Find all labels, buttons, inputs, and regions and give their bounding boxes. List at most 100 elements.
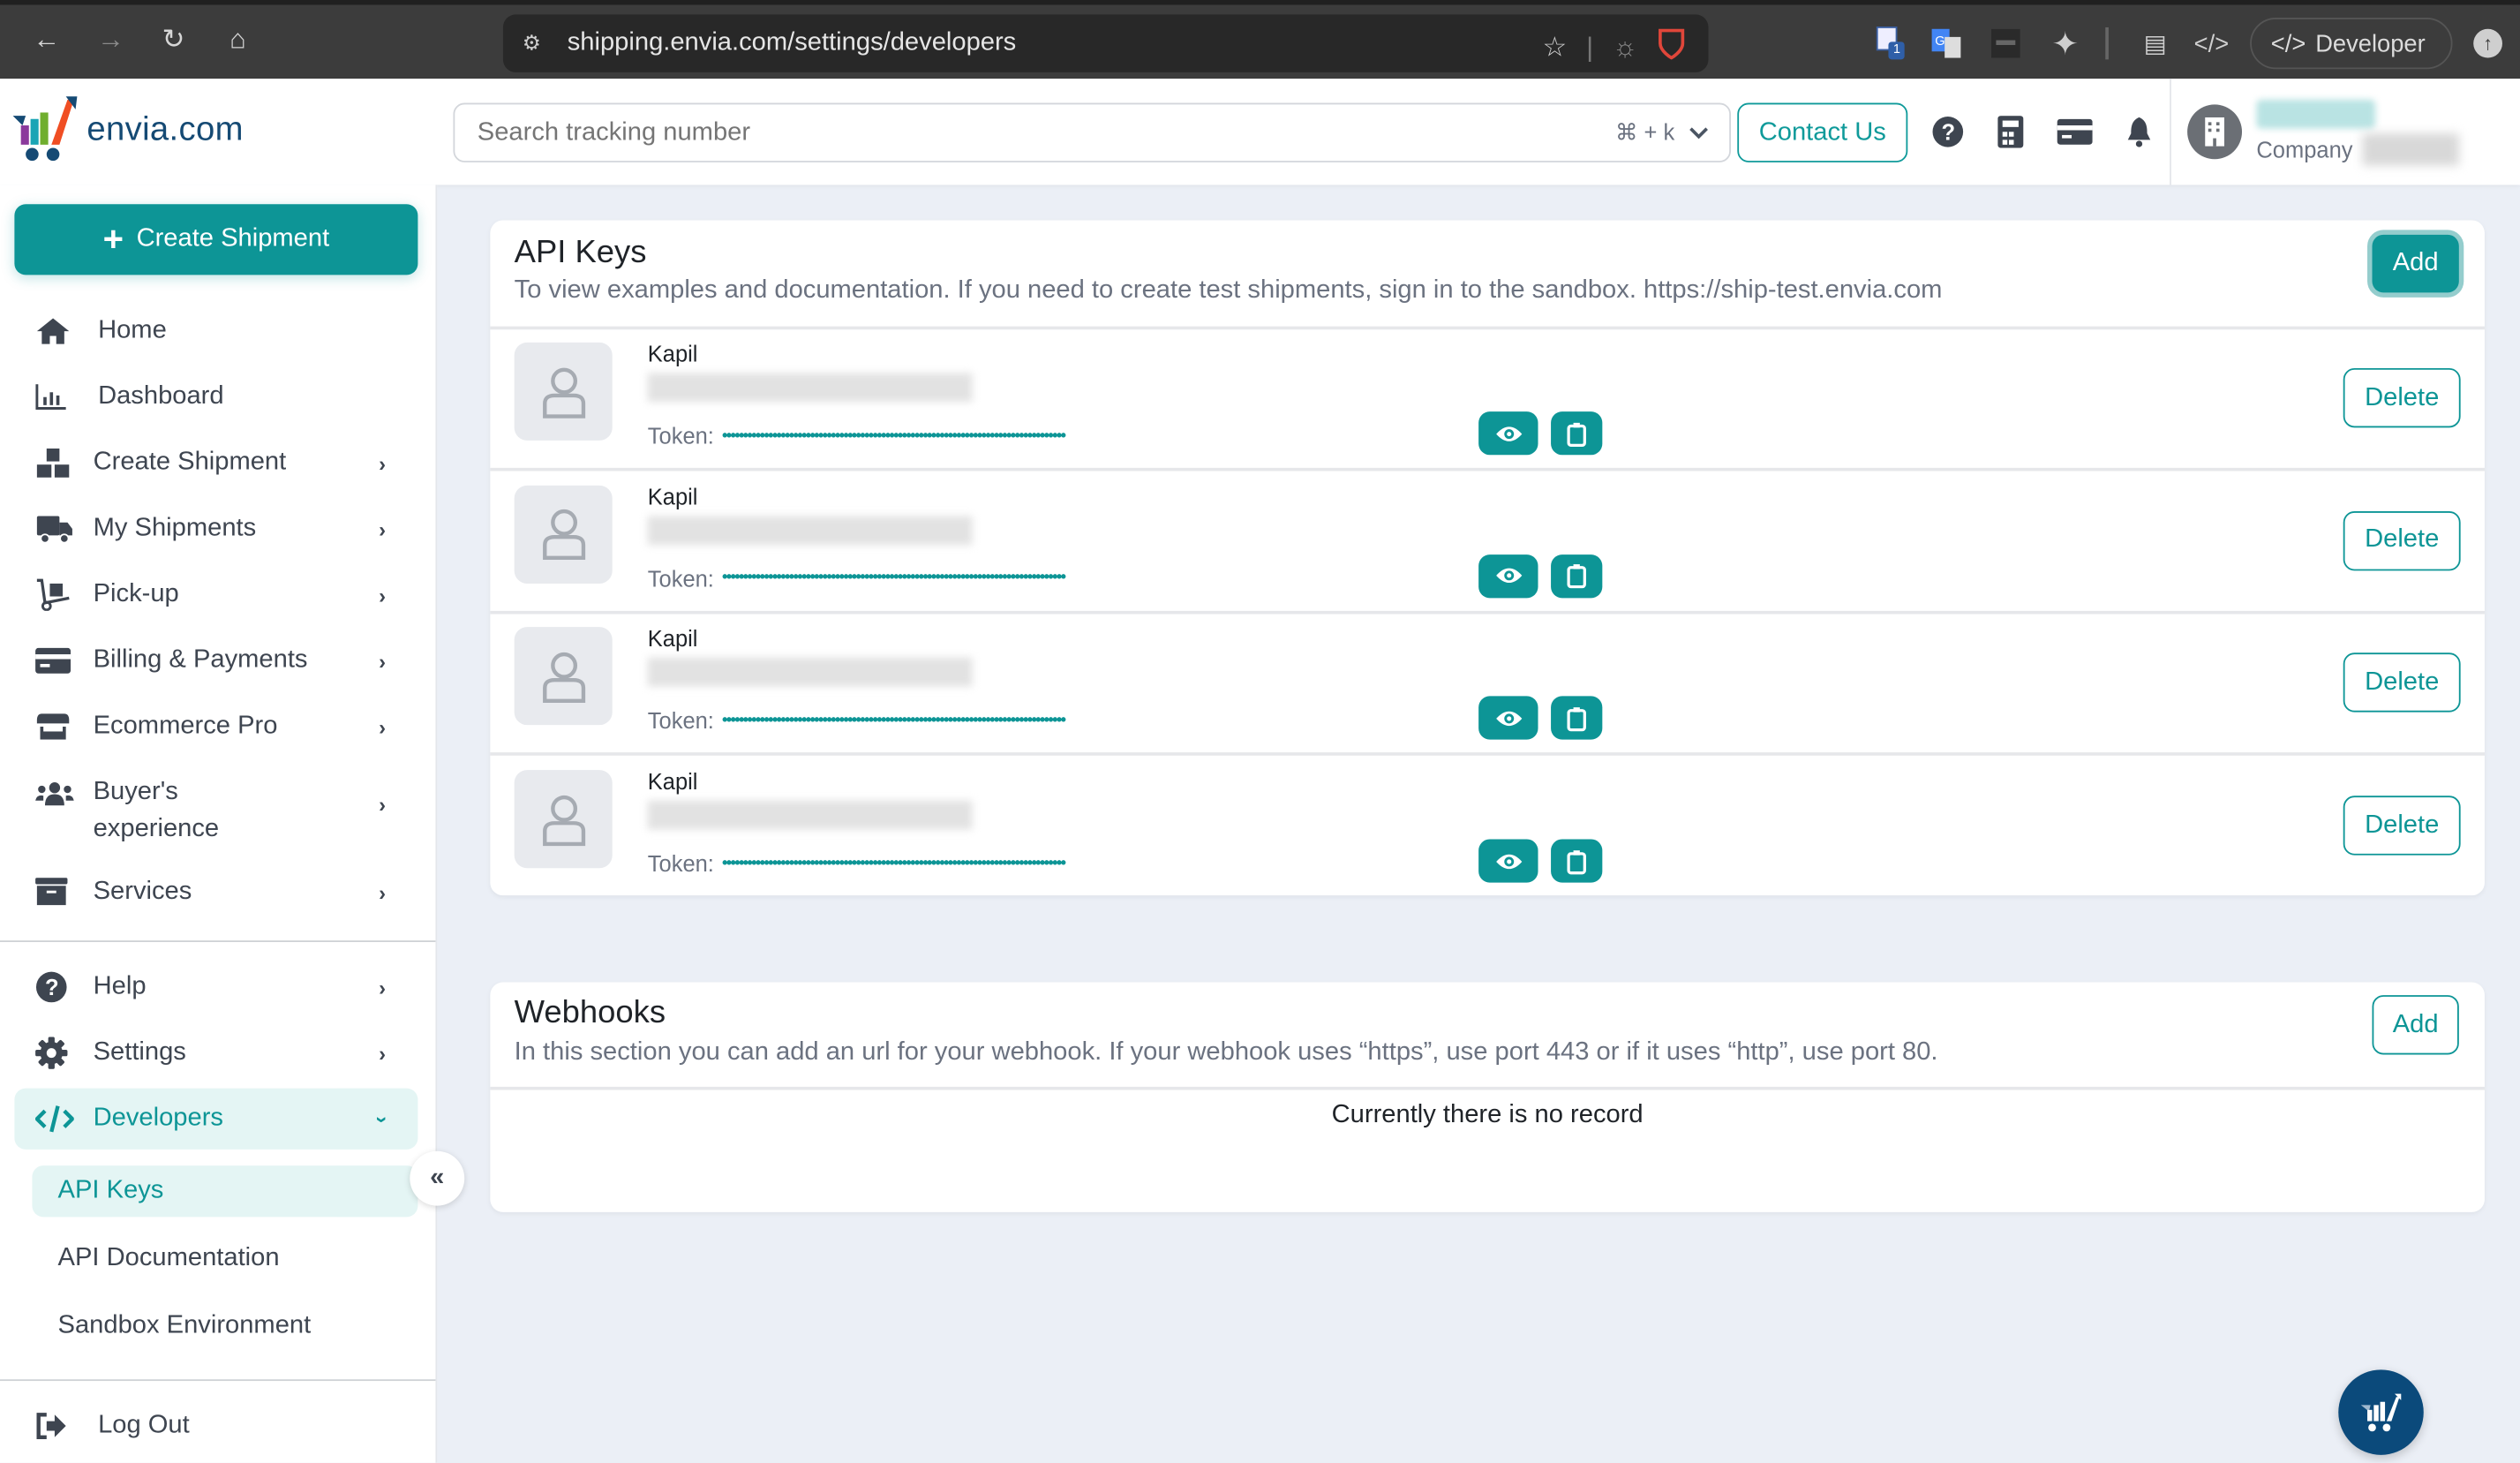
- copy-token-button[interactable]: [1551, 411, 1603, 456]
- divider: [490, 467, 2485, 471]
- sidebar-item-ecommerce-pro[interactable]: Ecommerce Pro ›: [35, 709, 421, 744]
- logout-button[interactable]: Log Out: [35, 1408, 421, 1444]
- show-token-button[interactable]: [1478, 554, 1538, 598]
- clipboard-icon: [1567, 564, 1586, 589]
- chart-icon: [35, 380, 74, 415]
- profile-label: Developer: [2315, 29, 2426, 57]
- collapse-sidebar-button[interactable]: «: [410, 1150, 465, 1206]
- sidebar-subitem-sandbox-environment[interactable]: Sandbox Environment: [32, 1301, 417, 1352]
- cart-logo-icon: [2359, 1392, 2401, 1431]
- cart-logo-icon: [12, 96, 78, 162]
- eye-icon: [1495, 854, 1522, 869]
- add-webhook-button[interactable]: Add: [2372, 995, 2459, 1055]
- forward-icon[interactable]: →: [92, 21, 131, 60]
- masked-token-value: ••••••••••••••••••••••••••••••••••••••••…: [721, 854, 1066, 872]
- help-icon[interactable]: ?: [1929, 112, 1967, 151]
- sidebar-item-create-shipment[interactable]: Create Shipment ›: [35, 445, 421, 480]
- create-shipment-button[interactable]: + Create Shipment: [14, 204, 418, 275]
- copy-token-button[interactable]: [1551, 697, 1603, 741]
- sidebar-item-pick-up[interactable]: Pick-up ›: [35, 577, 421, 613]
- show-token-button[interactable]: [1478, 839, 1538, 883]
- sidebar-item-help[interactable]: ? Help ›: [35, 969, 421, 1005]
- devtools-code-icon[interactable]: </>: [2193, 24, 2229, 63]
- sidebar-subitem-api-keys[interactable]: API Keys: [32, 1165, 418, 1218]
- divider: |: [1586, 31, 1594, 63]
- reading-list-icon[interactable]: ▤: [2138, 24, 2173, 63]
- sidebar-item-settings[interactable]: Settings ›: [35, 1036, 421, 1071]
- company-avatar[interactable]: [2187, 104, 2243, 160]
- copy-token-button[interactable]: [1551, 554, 1603, 598]
- show-token-button[interactable]: [1478, 411, 1538, 456]
- sidebar-item-services[interactable]: Services ›: [35, 875, 421, 910]
- shield-icon[interactable]: [1657, 27, 1686, 68]
- bolt-extension-icon[interactable]: [1990, 24, 2021, 63]
- sidebar-item-label: Home: [98, 316, 167, 344]
- extensions-puzzle-icon[interactable]: ✦: [2046, 24, 2085, 63]
- masked-token-value: ••••••••••••••••••••••••••••••••••••••••…: [721, 569, 1066, 587]
- chevron-right-icon: ›: [379, 450, 386, 476]
- sidebar-item-buyers-experience[interactable]: Buyer's experience ›: [35, 773, 421, 850]
- update-icon[interactable]: ↑: [2473, 28, 2502, 58]
- delete-api-key-button[interactable]: Delete: [2343, 510, 2461, 570]
- notifications-bell-icon[interactable]: [2120, 112, 2159, 151]
- delete-api-key-button[interactable]: Delete: [2343, 652, 2461, 713]
- copy-token-button[interactable]: [1551, 839, 1603, 883]
- calculator-icon[interactable]: [1991, 112, 2030, 151]
- token-label: Token:: [647, 565, 714, 592]
- sidebar-item-dashboard[interactable]: Dashboard: [35, 380, 421, 415]
- sidebar-item-label: My Shipments: [93, 514, 257, 542]
- question-icon: ?: [35, 969, 74, 1005]
- chevron-right-icon: ›: [379, 714, 386, 739]
- app-header: envia.com ⌘ + k Contact Us ? Company: [0, 79, 2520, 185]
- sidebar: + Create Shipment Home Dashboard Create …: [0, 185, 438, 1463]
- user-avatar-placeholder: [514, 627, 613, 726]
- header-divider: [2170, 79, 2171, 185]
- envia-logo[interactable]: envia.com: [10, 94, 244, 168]
- tracking-search[interactable]: ⌘ + k: [453, 102, 1732, 162]
- chevron-down-icon[interactable]: [1688, 124, 1710, 140]
- search-input[interactable]: [474, 117, 1615, 149]
- bookmark-star-icon[interactable]: ☆: [1542, 32, 1567, 64]
- plus-icon: +: [102, 218, 124, 260]
- boxes-icon: [35, 445, 74, 480]
- credit-card-icon[interactable]: [2056, 112, 2095, 151]
- site-settings-icon[interactable]: ⚙: [523, 31, 552, 57]
- profile-button[interactable]: </> Developer: [2250, 18, 2453, 70]
- sidebar-subitem-api-documentation[interactable]: API Documentation: [32, 1233, 417, 1285]
- delete-api-key-button[interactable]: Delete: [2343, 367, 2461, 428]
- shortcut-hint: ⌘ + k: [1614, 118, 1675, 145]
- add-api-key-button[interactable]: Add: [2372, 234, 2459, 293]
- api-key-row: Kapil Token: •••••••••••••••••••••••••••••…: [490, 615, 2485, 757]
- show-token-button[interactable]: [1478, 697, 1538, 741]
- extension-badge: 1: [1892, 41, 1901, 57]
- clipboard-icon: [1567, 706, 1586, 732]
- gear-icon: [35, 1036, 74, 1071]
- sidebar-item-billing[interactable]: Billing & Payments ›: [35, 643, 421, 678]
- token-label: Token:: [647, 707, 714, 734]
- google-translate-icon[interactable]: G: [1929, 24, 1964, 63]
- theme-sun-icon[interactable]: ☼: [1613, 32, 1637, 64]
- sidebar-item-home[interactable]: Home: [35, 313, 421, 349]
- sidebar-item-my-shipments[interactable]: My Shipments ›: [35, 511, 421, 547]
- sidebar-divider: [0, 940, 436, 942]
- token-label: Token:: [647, 850, 714, 877]
- url-text[interactable]: shipping.envia.com/settings/developers: [568, 29, 1017, 58]
- delete-api-key-button[interactable]: Delete: [2343, 796, 2461, 856]
- home-browser-icon[interactable]: ⌂: [219, 21, 258, 60]
- api-key-row: Kapil Token: •••••••••••••••••••••••••••••…: [490, 329, 2485, 471]
- extension-icon-1[interactable]: 1: [1874, 24, 1909, 63]
- chevron-right-icon: ›: [379, 879, 386, 905]
- contact-us-button[interactable]: Contact Us: [1737, 102, 1908, 162]
- address-bar[interactable]: ⚙ shipping.envia.com/settings/developers…: [502, 14, 1709, 72]
- back-icon[interactable]: ←: [27, 21, 66, 60]
- api-key-token: Token: ••••••••••••••••••••••••••••••••••…: [648, 565, 1470, 591]
- logout-icon: [35, 1408, 74, 1444]
- svg-text:G: G: [1935, 34, 1945, 49]
- user-avatar-placeholder: [514, 342, 613, 441]
- divider: [490, 610, 2485, 614]
- reload-icon[interactable]: ↻: [154, 21, 193, 60]
- envia-assistant-button[interactable]: [2338, 1369, 2424, 1455]
- sidebar-item-developers[interactable]: Developers ›: [35, 1101, 421, 1136]
- api-key-owner-name: Kapil: [647, 626, 698, 652]
- sidebar-item-label: Dashboard: [98, 382, 224, 411]
